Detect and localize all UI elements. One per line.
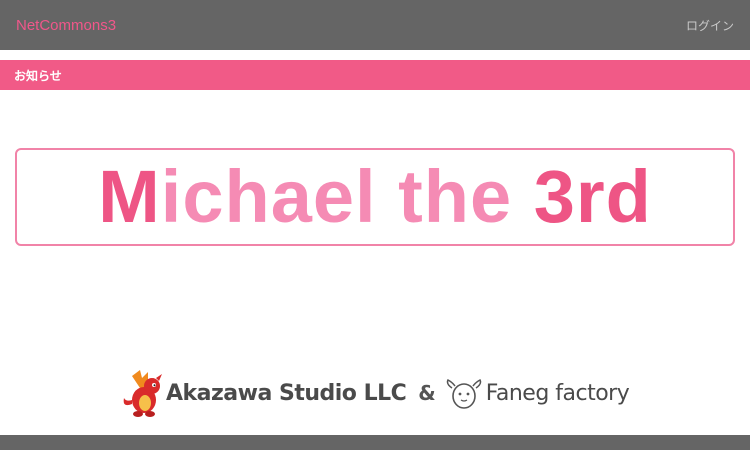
section-header: お知らせ [0, 60, 750, 90]
section-title: お知らせ [14, 68, 62, 83]
company-akazawa: Akazawa Studio LLC [166, 380, 407, 406]
login-link[interactable]: ログイン [686, 17, 734, 34]
banner-title: Michael the 3rd [98, 160, 652, 234]
banner-part-3rd: 3rd [533, 155, 652, 238]
header-bar: NetCommons3 ログイン [0, 0, 750, 50]
egg-wings-logo-icon [446, 378, 481, 409]
title-banner: Michael the 3rd [15, 148, 735, 246]
footer-credit: Akazawa Studio LLC & Faneg factory [118, 368, 638, 418]
company-faneg: Faneg factory [485, 380, 630, 406]
footer-bar [0, 435, 750, 450]
banner-part-ichael-the: ichael the [160, 155, 534, 238]
banner-part-m: M [98, 155, 161, 238]
ampersand: & [418, 381, 436, 405]
site-brand-link[interactable]: NetCommons3 [16, 17, 116, 34]
dragon-logo-icon [123, 370, 162, 417]
